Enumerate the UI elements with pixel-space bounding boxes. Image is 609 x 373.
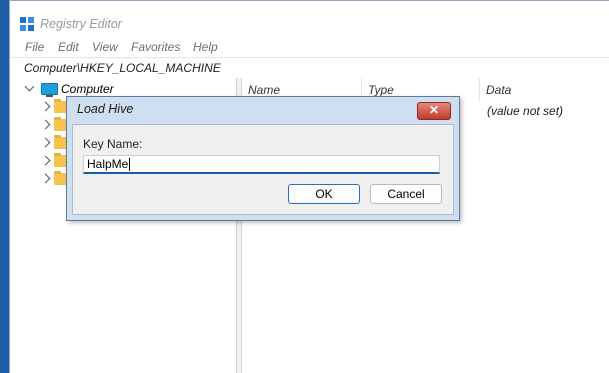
dialog-title-bar[interactable]: Load Hive ✕ <box>67 97 459 121</box>
computer-icon <box>41 83 58 97</box>
menu-bar: File Edit View Favorites Help <box>10 39 609 56</box>
menu-file[interactable]: File <box>25 40 44 54</box>
column-data[interactable]: Data <box>480 78 609 102</box>
menu-favorites[interactable]: Favorites <box>131 40 180 54</box>
registry-icon <box>20 17 34 31</box>
window-title: Registry Editor <box>40 17 122 31</box>
title-bar: Registry Editor <box>10 1 609 39</box>
load-hive-dialog: Load Hive ✕ Key Name: HalpMe OK Cancel <box>66 96 460 221</box>
menu-edit[interactable]: Edit <box>58 40 79 54</box>
chevron-right-icon[interactable] <box>40 137 51 148</box>
address-bar[interactable]: Computer\HKEY_LOCAL_MACHINE <box>10 57 609 79</box>
dialog-body: Key Name: HalpMe OK Cancel <box>72 124 454 215</box>
menu-view[interactable]: View <box>92 40 118 54</box>
chevron-right-icon[interactable] <box>40 119 51 130</box>
chevron-down-icon[interactable] <box>24 81 35 92</box>
key-name-value: HalpMe <box>87 157 129 171</box>
cancel-button[interactable]: Cancel <box>370 184 442 204</box>
key-name-label: Key Name: <box>83 137 143 151</box>
close-icon[interactable]: ✕ <box>417 102 451 120</box>
tree-root-label: Computer <box>61 82 114 96</box>
chevron-right-icon[interactable] <box>40 155 51 166</box>
key-name-input[interactable]: HalpMe <box>83 155 440 174</box>
dialog-title: Load Hive <box>77 102 134 116</box>
chevron-right-icon[interactable] <box>40 173 51 184</box>
ok-button[interactable]: OK <box>288 184 360 204</box>
menu-help[interactable]: Help <box>193 40 218 54</box>
text-caret <box>129 158 131 172</box>
address-path[interactable]: Computer\HKEY_LOCAL_MACHINE <box>24 61 221 75</box>
value-data-cell[interactable]: (value not set) <box>487 104 563 118</box>
chevron-right-icon[interactable] <box>40 101 51 112</box>
